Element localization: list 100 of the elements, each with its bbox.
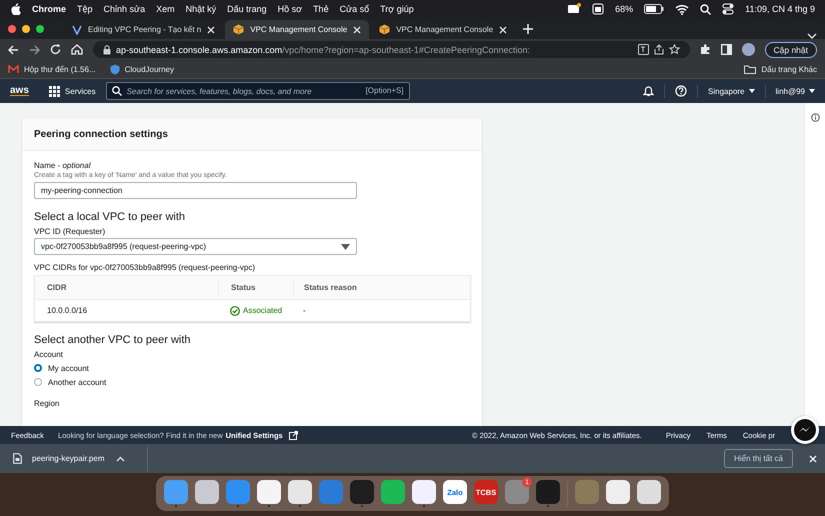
table-cell-text: - [302, 306, 307, 315]
caret-icon [809, 89, 815, 93]
menubar-clock: 11:09, CN 4 thg 9 [745, 4, 815, 14]
menu-item[interactable]: Cửa sổ [340, 4, 370, 14]
name-input[interactable]: my-peering-connection [34, 182, 357, 199]
caret-icon [748, 89, 755, 93]
search-icon[interactable] [700, 4, 712, 14]
vpc-select[interactable]: vpc-0f270053bb9a8f995 (request-peering-vpc) [34, 238, 357, 255]
messenger-button[interactable] [791, 416, 819, 444]
sidebar-icon[interactable] [720, 44, 732, 55]
chat-icon [794, 419, 816, 441]
close-icon[interactable] [499, 26, 508, 34]
bookmark-folder[interactable]: Dấu trang Khác [744, 64, 817, 74]
shield-icon [110, 64, 120, 74]
window-close-button[interactable] [8, 24, 16, 32]
section-heading: Select a local VPC to peer with [34, 211, 186, 223]
apple-logo-icon[interactable] [10, 3, 21, 15]
field-label: Account [34, 350, 64, 359]
browser-tab[interactable]: VPC Management Console [371, 20, 516, 39]
shortcut-hint: [Option+S] [366, 86, 404, 95]
browser-tab[interactable]: Editing VPC Peering - Tạo kết n [64, 20, 224, 39]
info-icon[interactable] [810, 113, 820, 122]
app-icon[interactable] [257, 480, 281, 504]
control-center-icon[interactable] [722, 3, 734, 15]
profile-avatar[interactable] [742, 43, 754, 56]
folder-icon [744, 64, 756, 74]
chevron-up-icon[interactable] [116, 456, 126, 462]
share-icon[interactable] [654, 44, 664, 55]
account-radio[interactable]: My account [34, 361, 470, 375]
services-menu[interactable]: Services [48, 86, 96, 96]
file-icon [13, 453, 22, 464]
account-radio[interactable]: Another account [34, 375, 470, 389]
mail-icon [8, 64, 19, 74]
bell-icon[interactable] [643, 86, 654, 96]
app-icon[interactable] [412, 480, 436, 504]
app-icon[interactable] [637, 480, 661, 504]
caret-icon [341, 244, 350, 250]
forward-icon[interactable] [29, 44, 40, 54]
external-link-icon [288, 430, 298, 440]
close-icon[interactable] [207, 26, 216, 34]
column-header: Status reason [293, 280, 470, 294]
card-title: Peering connection settings [34, 128, 168, 140]
wifi-icon[interactable] [675, 4, 690, 14]
new-tab-icon[interactable] [523, 24, 534, 34]
column-header: CIDR [46, 283, 68, 292]
section-heading: Select another VPC to peer with [34, 334, 192, 346]
cube-icon [379, 24, 390, 35]
radio-button[interactable] [34, 378, 42, 386]
app-menu[interactable]: Chrome [32, 4, 66, 14]
bookmark[interactable]: CloudJourney [110, 64, 174, 74]
table-caption: VPC CIDRs for vpc-0f270053bb9a8f995 (request-peering-vpc) [34, 263, 256, 272]
v-logo-icon [72, 24, 82, 34]
cube-icon [233, 24, 244, 35]
app-icon[interactable] [195, 480, 219, 504]
browser-tab[interactable]: VPC Management Console [225, 20, 370, 39]
app-icon[interactable] [350, 480, 374, 504]
field-label: Region [34, 399, 60, 408]
menu-item[interactable]: Trợ giúp [380, 4, 414, 14]
grid-icon [48, 86, 60, 96]
window-minimize-button[interactable] [22, 24, 30, 32]
chevron-down-icon[interactable] [807, 33, 817, 39]
menu-item[interactable]: Hồ sơ [278, 4, 302, 14]
address-bar[interactable]: ap-southeast-1.console.aws.amazon.com/vpc/home?region=ap-southeast-1#CreatePeeringConnection: [93, 41, 690, 58]
radio-button[interactable] [34, 364, 42, 372]
update-button[interactable]: Cập nhật [764, 42, 817, 58]
window-zoom-button[interactable] [36, 24, 44, 32]
close-icon[interactable] [809, 454, 817, 462]
notification-icon[interactable] [567, 3, 582, 15]
close-icon[interactable] [353, 26, 362, 34]
field-label: Name - optional [34, 161, 92, 170]
menu-item[interactable]: Thẻ [313, 4, 329, 14]
show-all-button[interactable]: Hiển thị tất cả [724, 449, 793, 468]
help-icon[interactable] [675, 85, 688, 97]
back-icon[interactable] [8, 44, 19, 54]
account-menu[interactable]: linh@99 [776, 86, 815, 96]
table-cell-text: 10.0.0.0/16 [46, 306, 88, 315]
menu-item[interactable]: Dấu trang [227, 4, 267, 14]
puzzle-icon[interactable] [700, 44, 710, 55]
status-cell: Associated [218, 306, 293, 316]
aws-logo[interactable]: aws [10, 86, 29, 96]
menu-item[interactable]: Nhật ký [186, 4, 216, 14]
search-icon [112, 86, 122, 96]
column-header: Status [218, 280, 293, 294]
field-label: VPC ID (Requester) [34, 227, 106, 236]
reload-icon[interactable] [50, 44, 61, 55]
app-icon[interactable] [606, 480, 630, 504]
star-icon[interactable] [668, 44, 680, 55]
menu-item[interactable]: Xem [156, 4, 175, 14]
check-circle-icon [230, 306, 240, 316]
app-icon[interactable] [288, 480, 312, 504]
app-icon[interactable] [381, 480, 405, 504]
app-icon[interactable] [536, 480, 560, 504]
home-icon[interactable] [71, 44, 83, 55]
battery-icon[interactable] [644, 4, 664, 14]
translate-icon[interactable] [638, 44, 648, 55]
menu-item[interactable]: Chỉnh sửa [104, 4, 146, 14]
region-menu[interactable]: Singapore [708, 86, 755, 96]
bookmark[interactable]: Hộp thư đến (1.56... [8, 64, 96, 74]
menu-item[interactable]: Tệp [77, 4, 93, 14]
download-item[interactable]: peering-keypair.pem [13, 453, 104, 464]
